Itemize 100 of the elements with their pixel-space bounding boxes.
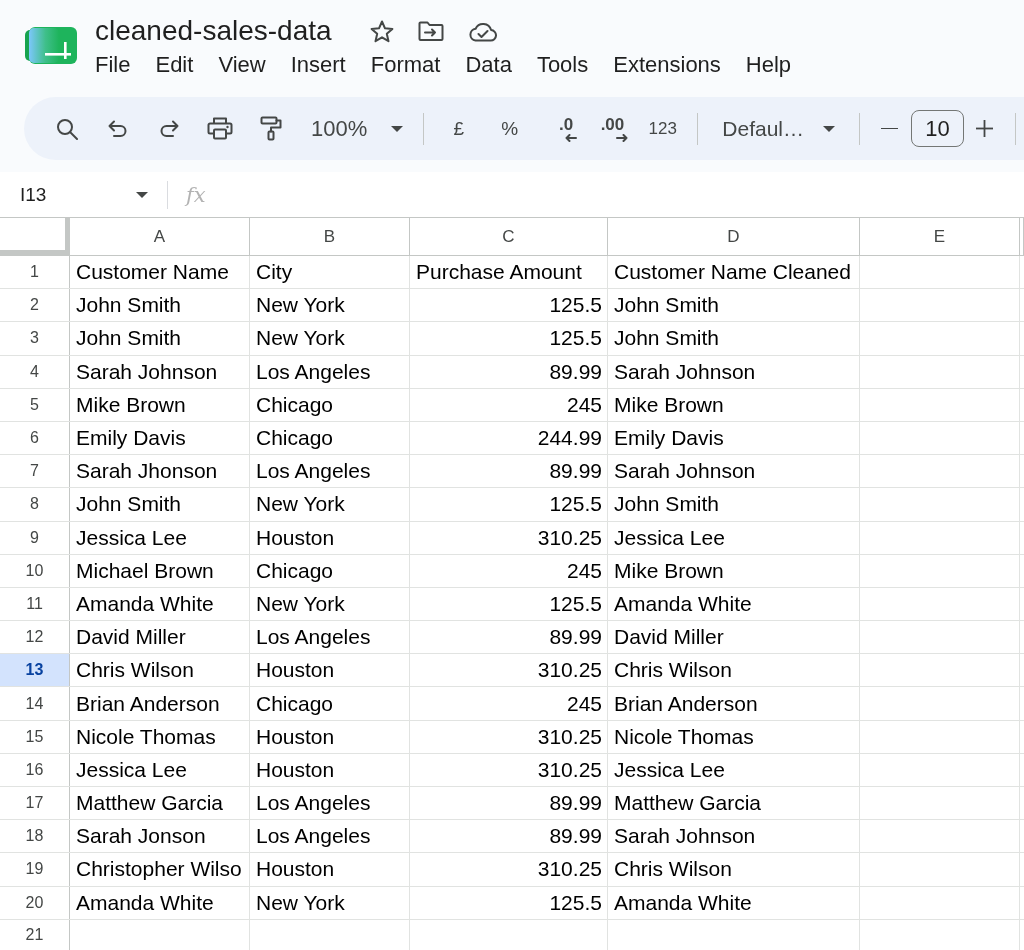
table-cell: Los Angeles: [250, 787, 410, 820]
table-cell: John Smith: [70, 322, 250, 355]
table-cell: 89.99: [410, 820, 608, 853]
printer-icon: [206, 117, 233, 140]
table-cell: Sarah Johnson: [70, 355, 250, 388]
menu-item[interactable]: File: [92, 50, 134, 80]
table-cell: 310.25: [410, 654, 608, 687]
table-cell: John Smith: [608, 289, 860, 322]
row-header[interactable]: 6: [0, 421, 70, 455]
menu-item[interactable]: View: [215, 50, 269, 80]
folder-arrow-icon: [417, 20, 444, 42]
document-title[interactable]: cleaned-sales-data: [95, 14, 332, 48]
table-cell: 125.5: [410, 587, 608, 621]
table-cell: Sarah Jonson: [70, 820, 250, 853]
row-header[interactable]: 15: [0, 720, 70, 753]
table-cell: 89.99: [410, 787, 608, 820]
table-cell: John Smith: [608, 322, 860, 355]
row-header[interactable]: 16: [0, 753, 70, 786]
number-format-button[interactable]: 123: [642, 108, 684, 149]
table-cell: Michael Brown: [70, 554, 250, 587]
table-cell: Brian Anderson: [70, 687, 250, 720]
table-cell: David Miller: [608, 621, 860, 654]
menu-item[interactable]: Help: [742, 50, 795, 80]
row-header[interactable]: 2: [0, 289, 70, 322]
move-button[interactable]: [417, 20, 444, 42]
row-header[interactable]: 4: [0, 355, 70, 388]
table-cell: New York: [250, 488, 410, 521]
table-cell: Houston: [250, 521, 410, 554]
menu-item[interactable]: Edit: [152, 50, 197, 80]
column-header[interactable]: C: [410, 218, 608, 255]
table-cell: Jessica Lee: [608, 753, 860, 786]
row-header[interactable]: 17: [0, 787, 70, 820]
minus-icon: [881, 127, 899, 130]
row-header[interactable]: 10: [0, 554, 70, 587]
font-select[interactable]: Defaul…: [712, 108, 845, 149]
row-header[interactable]: 8: [0, 488, 70, 521]
name-box[interactable]: I13: [0, 178, 165, 211]
column-header[interactable]: B: [250, 218, 410, 255]
star-button[interactable]: [369, 19, 394, 43]
table-cell: Customer Name: [70, 256, 250, 289]
arrow-right-icon: [616, 133, 629, 142]
table-cell: Los Angeles: [250, 455, 410, 488]
table-cell: John Smith: [608, 488, 860, 521]
table-cell: Houston: [250, 654, 410, 687]
column-header[interactable]: A: [70, 218, 250, 255]
menu-item[interactable]: Insert: [287, 50, 349, 80]
increase-decimal-button[interactable]: .00: [591, 108, 633, 149]
table-cell: New York: [250, 322, 410, 355]
column-header[interactable]: D: [608, 218, 860, 255]
undo-icon: [107, 119, 128, 138]
currency-button[interactable]: £: [438, 108, 480, 149]
menu-item[interactable]: Format: [367, 50, 444, 80]
table-cell: Jessica Lee: [70, 753, 250, 786]
row-header[interactable]: 11: [0, 587, 70, 621]
table-cell: Mike Brown: [608, 554, 860, 587]
menu-item[interactable]: Extensions: [610, 50, 724, 80]
table-cell: 310.25: [410, 521, 608, 554]
table-cell: Chris Wilson: [70, 654, 250, 687]
table-cell: 125.5: [410, 488, 608, 521]
table-cell: 245: [410, 554, 608, 587]
table-cell: 310.25: [410, 753, 608, 786]
table-cell: 89.99: [410, 455, 608, 488]
menu-item[interactable]: Data: [462, 50, 515, 80]
table-cell: Amanda White: [70, 886, 250, 919]
row-header[interactable]: 18: [0, 820, 70, 853]
save-status-button[interactable]: [467, 20, 497, 42]
table-cell: 244.99: [410, 421, 608, 455]
table-cell: Sarah Johnson: [608, 355, 860, 388]
row-header[interactable]: 7: [0, 455, 70, 488]
zoom-select[interactable]: 100%: [301, 108, 410, 149]
row-header[interactable]: 1: [0, 256, 70, 289]
percent-button[interactable]: %: [489, 108, 531, 149]
paint-roller-icon: [259, 116, 282, 141]
table-cell: Chicago: [250, 687, 410, 720]
row-header[interactable]: 5: [0, 388, 70, 421]
table-cell: Brian Anderson: [608, 687, 860, 720]
redo-icon: [158, 119, 179, 138]
table-cell: Houston: [250, 853, 410, 886]
font-size-input[interactable]: 10: [911, 110, 964, 147]
row-header[interactable]: 14: [0, 687, 70, 720]
row-header[interactable]: 3: [0, 322, 70, 355]
row-header[interactable]: 21: [0, 919, 70, 950]
table-cell: Mike Brown: [608, 388, 860, 421]
table-cell: Houston: [250, 753, 410, 786]
row-header[interactable]: 9: [0, 521, 70, 554]
column-header[interactable]: E: [860, 218, 1020, 255]
row-header[interactable]: 20: [0, 886, 70, 919]
table-cell: 310.25: [410, 720, 608, 753]
row-header[interactable]: 13: [0, 654, 70, 687]
cloud-check-icon: [467, 20, 497, 42]
table-cell: Mike Brown: [70, 388, 250, 421]
app-logo-icon: [25, 27, 77, 64]
row-header[interactable]: 12: [0, 621, 70, 654]
table-cell: New York: [250, 289, 410, 322]
row-header[interactable]: 19: [0, 853, 70, 886]
decrease-decimal-button[interactable]: .0: [540, 108, 582, 149]
table-cell: Customer Name Cleaned: [608, 256, 860, 289]
table-cell: 125.5: [410, 322, 608, 355]
table-cell: 125.5: [410, 886, 608, 919]
menu-item[interactable]: Tools: [533, 50, 592, 80]
